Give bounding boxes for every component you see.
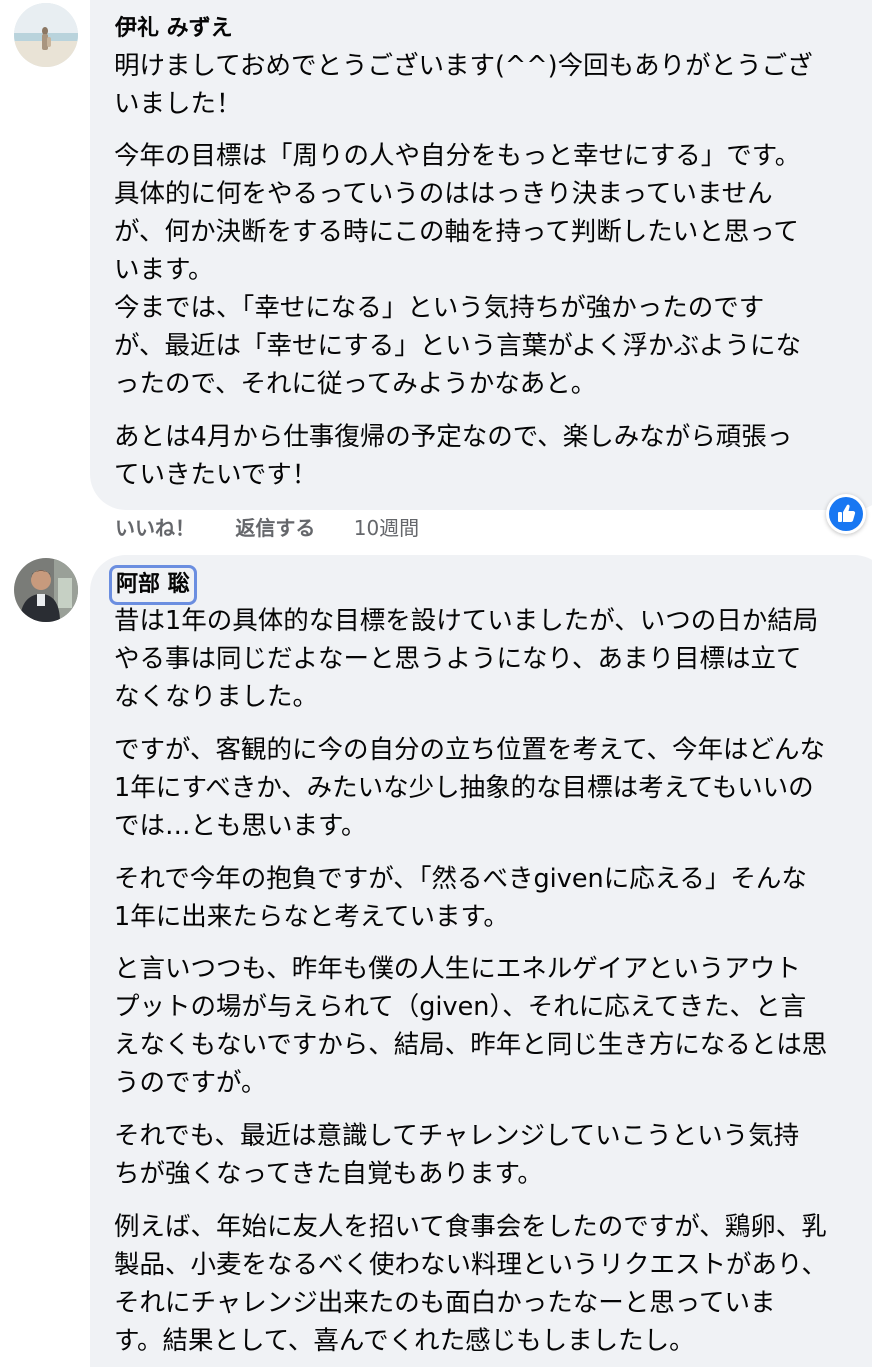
text-line: プットの場が与えられて（given）、それに応えてきた、と言: [114, 992, 807, 1022]
comment-timestamp[interactable]: 10週間: [354, 512, 419, 544]
like-button[interactable]: いいね！: [115, 512, 195, 544]
avatar[interactable]: [14, 3, 78, 67]
comment-paragraph: あとは4月から仕事復帰の予定なので、楽しみながら頑張っ ていきたいです！: [114, 418, 866, 494]
comment-paragraph: 昔は1年の具体的な目標を設けていましたが、いつの日か結局 やる事は同じだよなーと…: [114, 602, 866, 716]
text-line: うのですが。: [114, 1068, 267, 1098]
text-line: やる事は同じだよなーと思うようになり、あまり目標は立て: [114, 644, 802, 674]
comment-paragraph: それでも、最近は意識してチャレンジしていこうという気持 ちが強くなってきた自覚も…: [114, 1117, 866, 1193]
text-line: なくなりました。: [114, 682, 319, 712]
comment-paragraph: ですが、客観的に今の自分の立ち位置を考えて、今年はどんな 1年にすべきか、みたい…: [114, 731, 866, 845]
reply-button[interactable]: 返信する: [235, 512, 315, 544]
text-line: います。: [114, 255, 214, 285]
comment-paragraph: 今年の目標は「周りの人や自分をもっと幸せにする」です。 具体的に何をやるっていう…: [114, 137, 866, 403]
text-line: ですが、客観的に今の自分の立ち位置を考えて、今年はどんな: [114, 735, 825, 765]
text-line: ていきたいです！: [114, 460, 318, 490]
comment-paragraph: と言いつつも、昨年も僕の人生にエネルゲイアというアウト プットの場が与えられて（…: [114, 950, 866, 1102]
comment-actions: いいね！ 返信する 10週間: [115, 512, 419, 544]
text-line: 昔は1年の具体的な目標を設けていましたが、いつの日か結局: [114, 606, 819, 636]
comment-author-name[interactable]: 伊礼 みずえ: [115, 14, 233, 44]
text-line: が、何か決断をする時にこの軸を持って判断したいと思って: [114, 217, 799, 247]
like-thumbs-up-icon: [829, 497, 863, 531]
text-line: 今年の目標は「周りの人や自分をもっと幸せにする」です。: [114, 141, 801, 171]
text-line: いました！: [114, 89, 242, 119]
text-line: 例えば、年始に友人を招いて食事会をしたのですが、鶏卵、乳: [114, 1212, 827, 1242]
text-line: す。結果として、喜んでくれた感じもしましたし。: [114, 1326, 695, 1356]
comment-paragraph: それで今年の抱負ですが、「然るべきgivenに応える」そんな 1年に出来たらなと…: [114, 860, 866, 936]
text-line: と言いつつも、昨年も僕の人生にエネルゲイアというアウト: [114, 954, 801, 984]
text-line: ったので、それに従ってみようかなあと。: [114, 369, 597, 399]
text-line: 1年に出来たらなと考えています。: [114, 902, 509, 932]
text-line: それで今年の抱負ですが、「然るべきgivenに応える」そんな: [114, 864, 807, 894]
avatar[interactable]: [14, 558, 78, 622]
text-line: 具体的に何をやるっていうのははっきり決まっていません: [114, 179, 773, 209]
text-line: ちが強くなってきた自覚もあります。: [114, 1159, 543, 1189]
text-line: 今までは、「幸せになる」という気持ちが強かったのです: [114, 293, 765, 323]
text-line: それにチャレンジ出来たのも面白かったなーと思っていま: [114, 1288, 776, 1318]
text-line: あとは4月から仕事復帰の予定なので、楽しみながら頑張っ: [114, 422, 793, 452]
beach-photo-avatar-icon: [14, 3, 78, 67]
comment-paragraph: 明けましておめでとうございます(^^)今回もありがとうござ いました！: [114, 47, 866, 123]
text-line: 製品、小麦をなるべく使わない料理というリクエストがあり、: [114, 1250, 827, 1280]
text-line: では…とも思います。: [114, 811, 367, 841]
text-line: が、最近は「幸せにする」という言葉がよく浮かぶようにな: [114, 331, 801, 361]
comment-author-name[interactable]: 阿部 聡: [109, 565, 197, 605]
text-line: 1年にすべきか、みたいな少し抽象的な目標は考えてもいいの: [114, 773, 814, 803]
comment-paragraph: 例えば、年始に友人を招いて食事会をしたのですが、鶏卵、乳 製品、小麦をなるべく使…: [114, 1208, 866, 1360]
text-line: えなくもないですから、結局、昨年と同じ生き方になるとは思: [114, 1030, 828, 1060]
comment-thread: 伊礼 みずえ 明けましておめでとうございます(^^)今回もありがとうござ いまし…: [0, 0, 872, 1367]
reaction-badge[interactable]: [826, 494, 866, 534]
text-line: それでも、最近は意識してチャレンジしていこうという気持: [114, 1121, 800, 1151]
text-line: 明けましておめでとうございます(^^)今回もありがとうござ: [114, 51, 813, 81]
person-photo-avatar-icon: [14, 558, 78, 622]
